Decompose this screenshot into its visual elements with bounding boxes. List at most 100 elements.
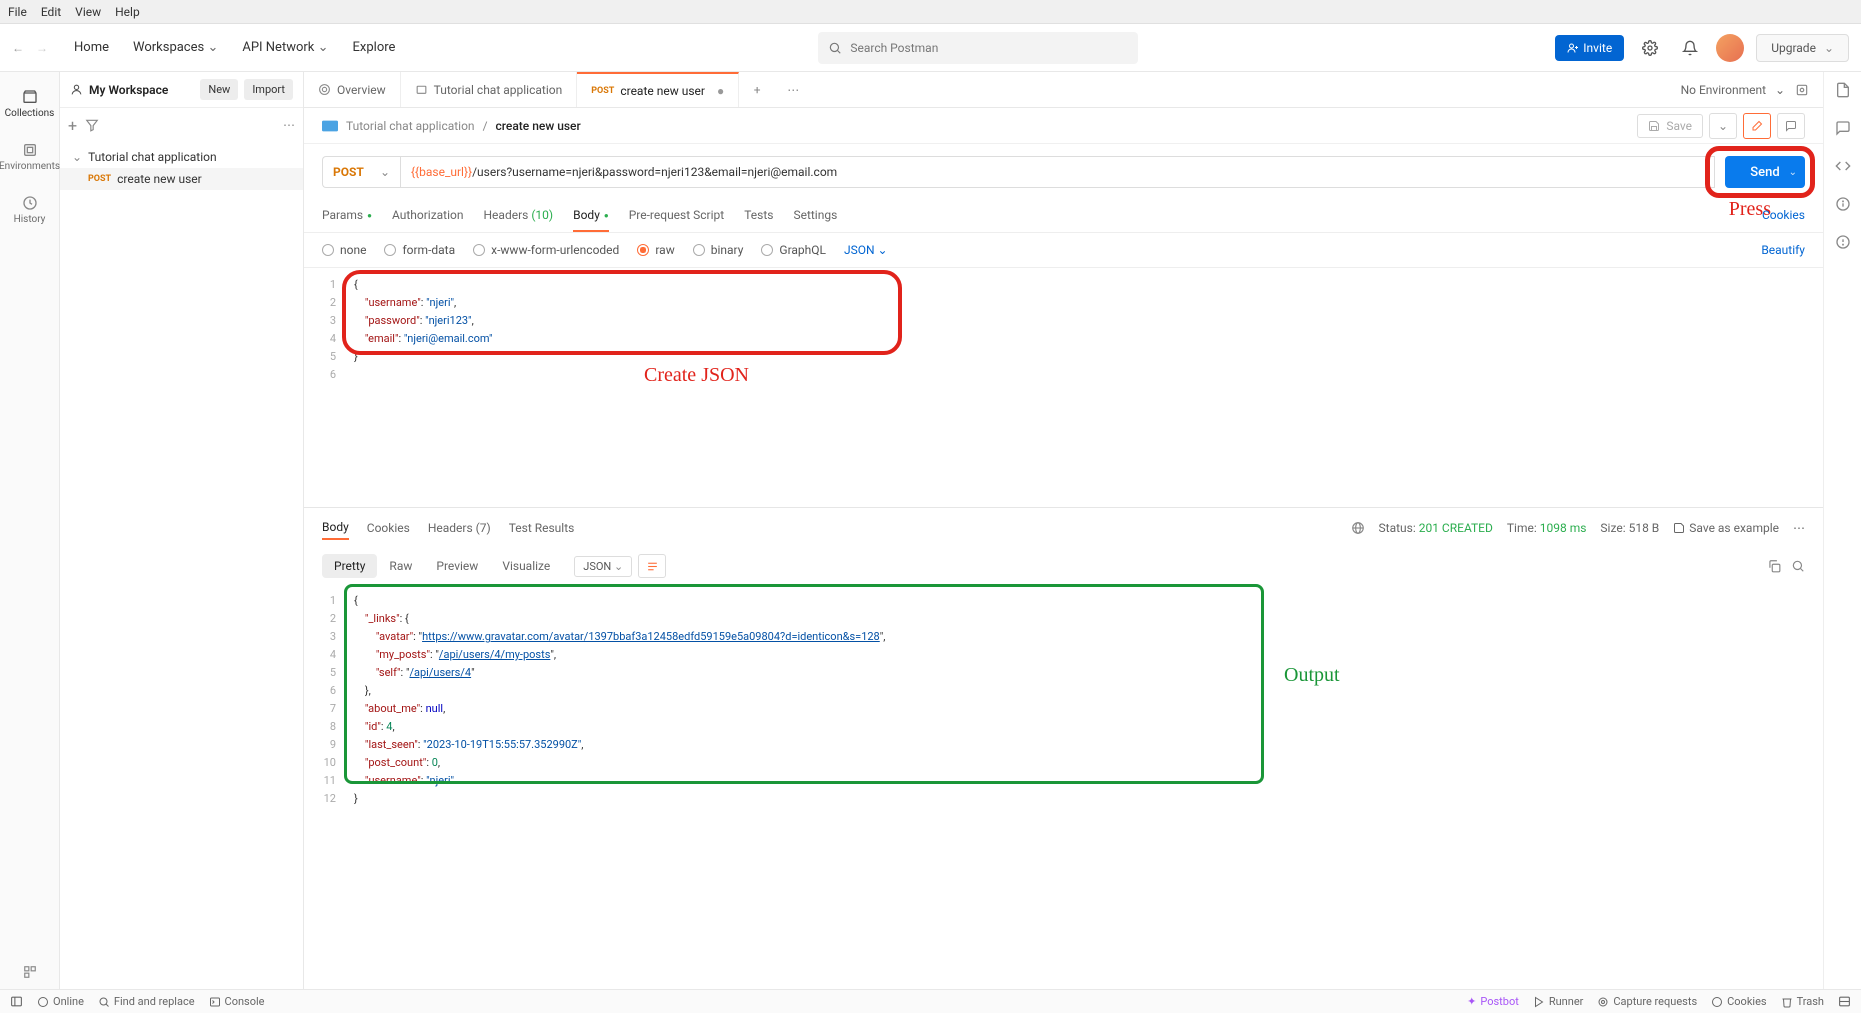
top-nav: ← → Home Workspaces API Network Explore …: [0, 24, 1861, 72]
new-button[interactable]: New: [200, 79, 238, 100]
send-button[interactable]: Send: [1725, 156, 1805, 188]
nav-workspaces[interactable]: Workspaces: [127, 36, 224, 59]
tab-more-icon[interactable]: ⋯: [775, 72, 811, 107]
menu-help[interactable]: Help: [115, 5, 140, 19]
subtab-body[interactable]: Body: [573, 200, 609, 232]
menu-file[interactable]: File: [8, 5, 27, 19]
add-tab-button[interactable]: +: [739, 72, 775, 107]
url-input[interactable]: {{base_url}}/users?username=njeri&passwo…: [400, 156, 1715, 188]
tab-collection[interactable]: Tutorial chat application: [401, 72, 578, 107]
settings-icon[interactable]: [1636, 34, 1664, 62]
resp-lang-selector[interactable]: JSON: [574, 556, 632, 577]
resp-tab-tests[interactable]: Test Results: [509, 517, 575, 539]
chevron-down-icon: ⌄: [72, 150, 82, 164]
collection-row[interactable]: ⌄ Tutorial chat application: [60, 146, 303, 168]
sidebar-item-collections[interactable]: Collections: [2, 80, 58, 127]
body-none[interactable]: none: [322, 243, 366, 257]
os-menubar: File Edit View Help: [0, 0, 1861, 24]
crumb-collection[interactable]: Tutorial chat application: [346, 119, 475, 133]
copy-icon[interactable]: [1767, 559, 1781, 573]
save-dropdown[interactable]: ⌄: [1709, 113, 1737, 139]
info-rail-icon[interactable]: [1835, 196, 1851, 212]
cookies-link[interactable]: Cookies: [1762, 200, 1805, 232]
find-replace[interactable]: Find and replace: [98, 995, 195, 1008]
subtab-params[interactable]: Params: [322, 200, 372, 232]
request-row[interactable]: POST create new user: [60, 168, 303, 190]
invite-button[interactable]: Invite: [1555, 35, 1624, 61]
related-icon[interactable]: [1835, 234, 1851, 250]
view-preview[interactable]: Preview: [424, 554, 490, 578]
postbot-link[interactable]: ✦ Postbot: [1467, 995, 1519, 1008]
request-bar: POST {{base_url}}/users?username=njeri&p…: [304, 144, 1823, 200]
body-binary[interactable]: binary: [693, 243, 744, 257]
tab-overview[interactable]: Overview: [304, 72, 401, 107]
save-button[interactable]: Save: [1637, 114, 1703, 138]
close-icon[interactable]: ●: [717, 84, 724, 98]
code-icon[interactable]: [1835, 158, 1851, 174]
view-visualize[interactable]: Visualize: [490, 554, 562, 578]
online-status[interactable]: Online: [37, 995, 84, 1008]
notifications-icon[interactable]: [1676, 34, 1704, 62]
tab-request[interactable]: POST create new user ●: [577, 72, 739, 107]
request-body-editor[interactable]: 123456 { "username": "njeri", "password"…: [304, 267, 1823, 507]
breadcrumb: Tutorial chat application / create new u…: [304, 108, 1823, 144]
nav-home[interactable]: Home: [68, 36, 115, 59]
capture-link[interactable]: Capture requests: [1597, 995, 1697, 1008]
resp-tab-body[interactable]: Body: [322, 516, 349, 540]
nav-back-icon[interactable]: ←: [12, 41, 24, 55]
sidebar-item-history[interactable]: History: [2, 186, 58, 233]
wrap-icon[interactable]: [638, 554, 666, 578]
add-icon[interactable]: +: [68, 116, 77, 135]
subtab-settings[interactable]: Settings: [793, 200, 837, 232]
cookies-link-footer[interactable]: Cookies: [1711, 995, 1766, 1008]
save-example-button[interactable]: Save as example: [1673, 521, 1779, 535]
trash-link[interactable]: Trash: [1781, 995, 1824, 1008]
globe-icon[interactable]: [1351, 521, 1365, 535]
subtab-prerequest[interactable]: Pre-request Script: [629, 200, 724, 232]
avatar[interactable]: [1716, 34, 1744, 62]
nav-explore[interactable]: Explore: [347, 36, 402, 59]
comment-rail-icon[interactable]: [1835, 120, 1851, 136]
view-pretty[interactable]: Pretty: [322, 554, 377, 578]
comments-icon[interactable]: [1777, 113, 1805, 139]
sidebar-toggle-icon[interactable]: [10, 995, 23, 1008]
menu-view[interactable]: View: [75, 5, 101, 19]
layout-toggle-icon[interactable]: [1838, 995, 1851, 1008]
upgrade-button[interactable]: Upgrade: [1756, 34, 1849, 62]
subtab-authorization[interactable]: Authorization: [392, 200, 464, 232]
status-bar: Online Find and replace Console ✦ Postbo…: [0, 989, 1861, 1013]
import-button[interactable]: Import: [244, 79, 293, 100]
docs-icon[interactable]: [1835, 82, 1851, 98]
sidebar-configure[interactable]: [2, 955, 58, 989]
line-gutter: 123456: [304, 268, 344, 507]
body-graphql[interactable]: GraphQL: [761, 243, 826, 257]
environment-selector[interactable]: No Environment ⌄: [1681, 83, 1785, 97]
response-body-viewer[interactable]: 123456789101112 { "_links": { "avatar": …: [304, 584, 1823, 989]
search-resp-icon[interactable]: [1791, 559, 1805, 573]
resp-more-icon[interactable]: ⋯: [1793, 521, 1805, 535]
method-selector[interactable]: POST: [322, 156, 400, 188]
nav-api-network[interactable]: API Network: [236, 36, 334, 59]
console-toggle[interactable]: Console: [209, 995, 265, 1008]
share-icon[interactable]: [1743, 113, 1771, 139]
subtab-tests[interactable]: Tests: [744, 200, 773, 232]
subtab-headers[interactable]: Headers (10): [484, 200, 554, 232]
menu-edit[interactable]: Edit: [41, 5, 61, 19]
request-label: create new user: [117, 172, 202, 186]
body-urlencoded[interactable]: x-www-form-urlencoded: [473, 243, 619, 257]
resp-tab-cookies[interactable]: Cookies: [367, 517, 410, 539]
search-input[interactable]: Search Postman: [818, 32, 1138, 64]
more-icon[interactable]: ⋯: [283, 118, 295, 132]
collection-panel: My Workspace New Import + ⋯ ⌄ Tutorial c…: [60, 72, 304, 989]
filter-icon[interactable]: [85, 118, 99, 132]
env-quicklook-icon[interactable]: [1795, 83, 1809, 97]
body-lang-selector[interactable]: JSON: [844, 243, 888, 257]
beautify-link[interactable]: Beautify: [1761, 243, 1805, 257]
resp-tab-headers[interactable]: Headers (7): [428, 517, 491, 539]
sidebar-item-environments[interactable]: Environments: [2, 133, 58, 180]
view-raw[interactable]: Raw: [377, 554, 424, 578]
code-content: { "username": "njeri", "password": "njer…: [344, 268, 1823, 366]
body-raw[interactable]: raw: [637, 243, 674, 257]
runner-link[interactable]: Runner: [1533, 995, 1584, 1008]
body-formdata[interactable]: form-data: [384, 243, 455, 257]
